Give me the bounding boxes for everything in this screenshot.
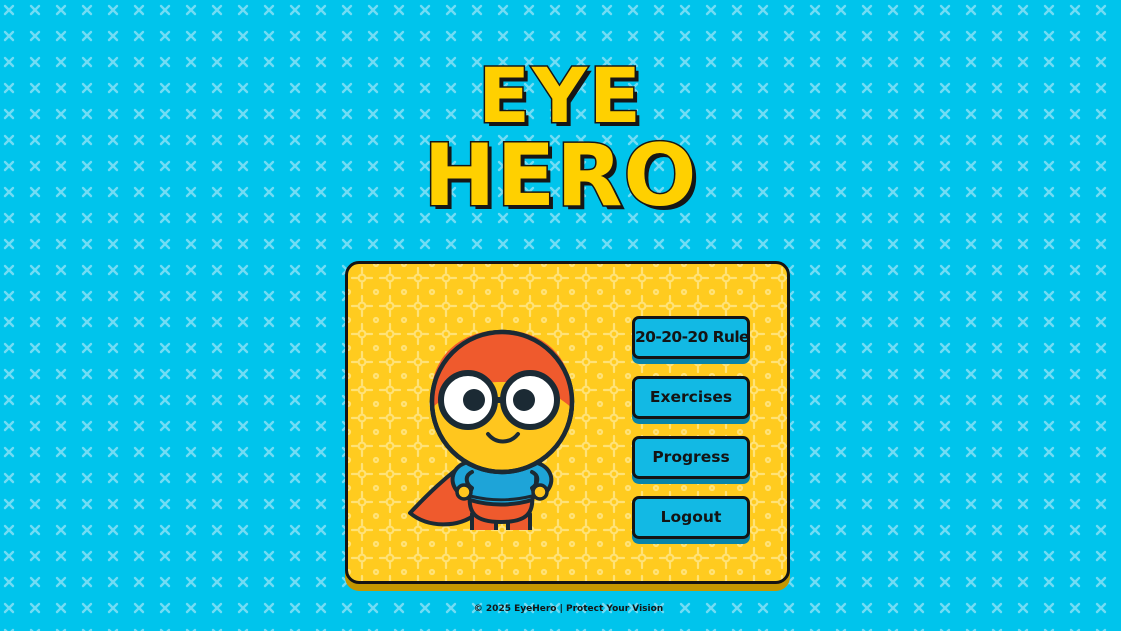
twenty-twenty-twenty-rule-button[interactable]: 20-20-20 Rule [632,316,750,359]
footer-copyright: © 2025 EyeHero | Protect Your Vision [473,604,664,614]
main-menu: 20-20-20 Rule Exercises Progress Logout [632,316,754,556]
exercises-button[interactable]: Exercises [632,376,750,419]
progress-button[interactable]: Progress [632,436,750,479]
main-menu-card: 20-20-20 Rule Exercises Progress Logout [345,261,790,584]
logo-title-hero: HERO [422,126,698,226]
superhero-mascot-icon [408,329,575,530]
logo-title-eye: EYE [477,51,643,140]
logout-button[interactable]: Logout [632,496,750,539]
